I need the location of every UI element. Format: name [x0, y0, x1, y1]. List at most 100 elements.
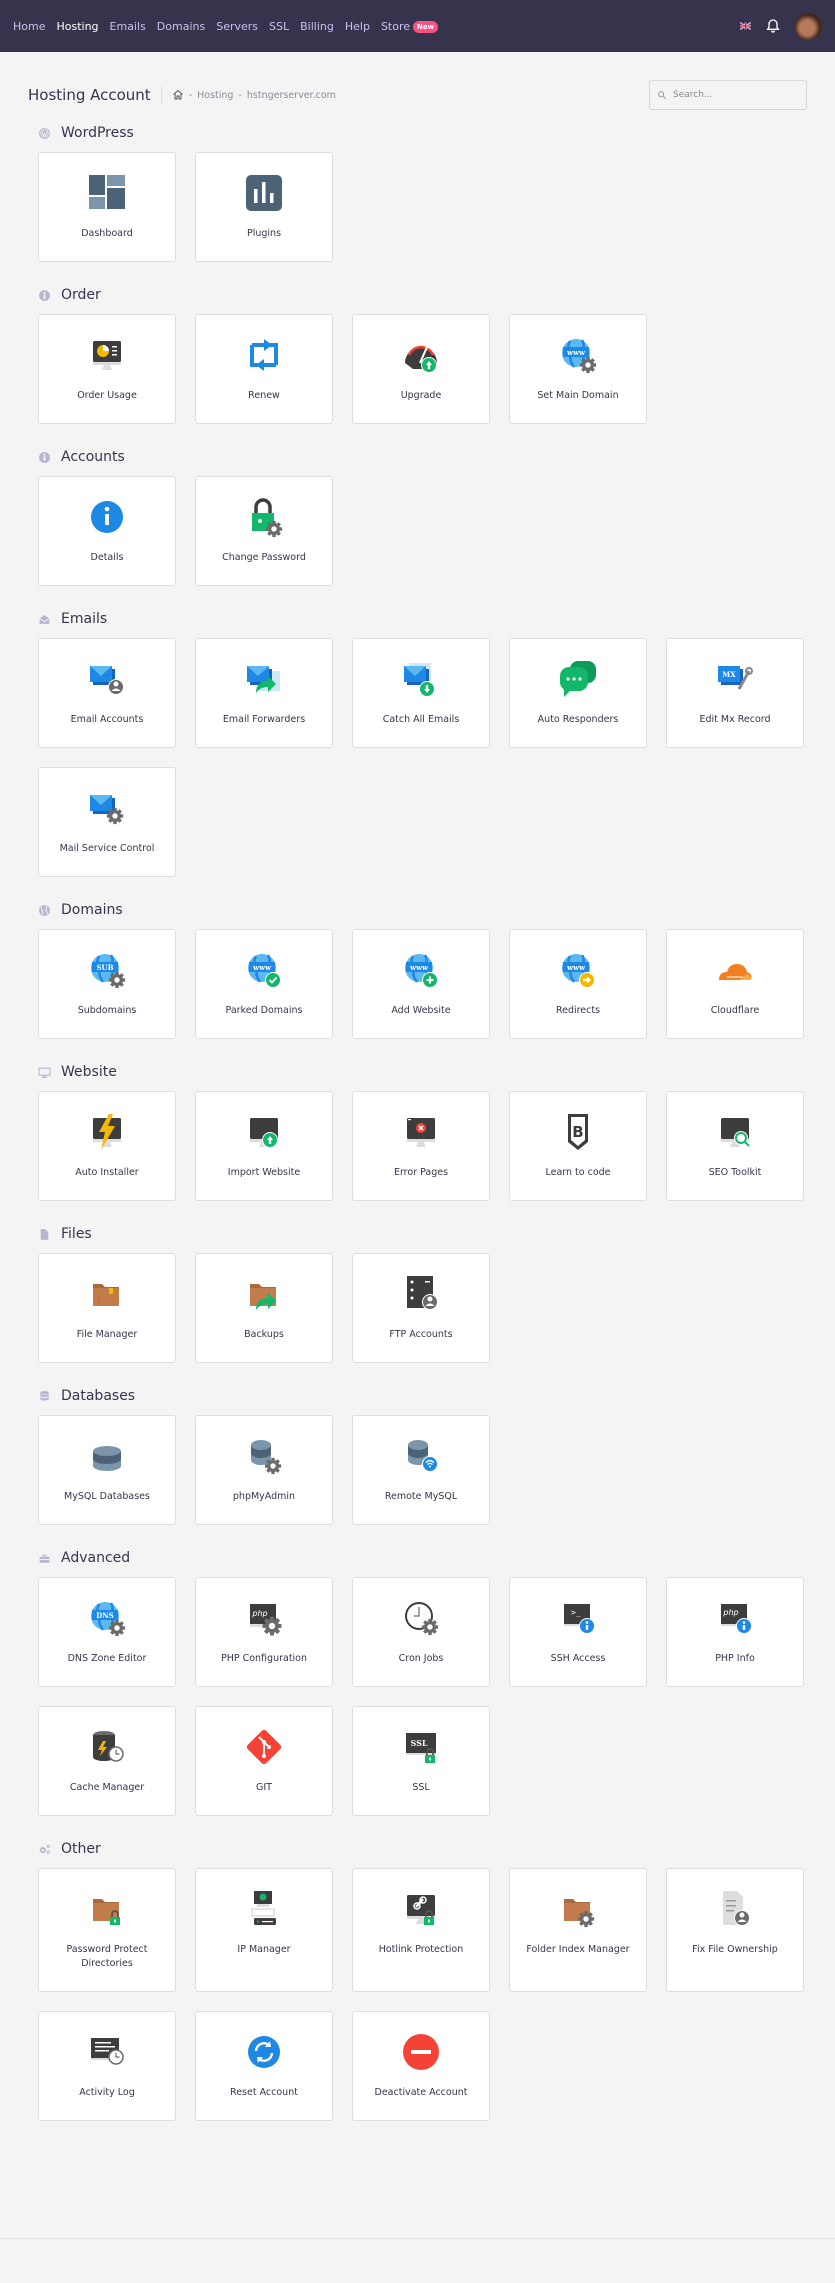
tool-card-hotlink-protection[interactable]: Hotlink Protection — [352, 1868, 490, 1992]
tool-card-dns-zone-editor[interactable]: DNS DNS Zone Editor — [38, 1577, 176, 1687]
tool-card-php-info[interactable]: php PHP Info — [666, 1577, 804, 1687]
nav-right — [740, 12, 822, 40]
tool-card-dashboard[interactable]: Dashboard — [38, 152, 176, 262]
home-icon[interactable] — [172, 89, 184, 101]
tool-card-renew[interactable]: Renew — [195, 314, 333, 424]
tool-card-fix-file-ownership[interactable]: Fix File Ownership — [666, 1868, 804, 1992]
password-protect-directories-icon — [93, 1899, 120, 1925]
new-badge: New — [413, 20, 439, 33]
tool-card-mysql-databases[interactable]: MySQL Databases — [38, 1415, 176, 1525]
tool-card-error-pages[interactable]: Error Pages — [352, 1091, 490, 1201]
tool-grid: Order Usage Renew Upgrade www Set Main Domai… — [38, 314, 805, 424]
tool-card-backups[interactable]: Backups — [195, 1253, 333, 1363]
tool-card-phpmyadmin[interactable]: phpMyAdmin — [195, 1415, 333, 1525]
user-avatar[interactable] — [795, 12, 822, 40]
nav-ssl[interactable]: SSL — [269, 20, 289, 33]
tool-card-label: SEO Toolkit — [708, 1167, 762, 1178]
nav-home[interactable]: Home — [13, 20, 45, 33]
nav-hosting[interactable]: Hosting — [56, 20, 98, 33]
tool-card-upgrade[interactable]: Upgrade — [352, 314, 490, 424]
tool-card-remote-mysql[interactable]: Remote MySQL — [352, 1415, 490, 1525]
tool-card-php-configuration[interactable]: php PHP Configuration — [195, 1577, 333, 1687]
hotlink-protection-icon — [407, 1895, 435, 1925]
uk-flag-icon[interactable] — [740, 22, 751, 30]
tool-card-ip-manager[interactable]: IP Manager — [195, 1868, 333, 1992]
tool-card-ftp-accounts[interactable]: FTP Accounts — [352, 1253, 490, 1363]
sections-container: WordPress Dashboard Plugins Order Order Usag… — [0, 122, 835, 2121]
section-header: Other — [38, 1838, 805, 1860]
backups-icon — [250, 1284, 276, 1310]
tool-card-order-usage[interactable]: Order Usage — [38, 314, 176, 424]
section-title: WordPress — [61, 125, 134, 141]
tool-card-label: Cache Manager — [69, 1782, 145, 1793]
svg-text:DNS: DNS — [96, 1611, 114, 1620]
tool-card-mail-service-control[interactable]: Mail Service Control — [38, 767, 176, 877]
tool-card-change-password[interactable]: Change Password — [195, 476, 333, 586]
tool-card-activity-log[interactable]: Activity Log — [38, 2011, 176, 2121]
breadcrumb-hosting[interactable]: Hosting — [197, 90, 233, 101]
tool-card-label: Mail Service Control — [59, 843, 155, 854]
tool-card-edit-mx-record[interactable]: MX Edit Mx Record — [666, 638, 804, 748]
nav-links: Home Hosting Emails Domains Servers SSL … — [13, 20, 449, 33]
tool-card-cache-manager[interactable]: Cache Manager — [38, 1706, 176, 1816]
bell-icon[interactable] — [765, 18, 781, 34]
nav-store[interactable]: Store New — [381, 20, 439, 33]
section-header: Advanced — [38, 1547, 805, 1569]
svg-text:php: php — [722, 1608, 738, 1617]
tool-card-plugins[interactable]: Plugins — [195, 152, 333, 262]
nav-help[interactable]: Help — [345, 20, 370, 33]
tool-card-seo-toolkit[interactable]: SEO Toolkit — [666, 1091, 804, 1201]
tool-card-auto-responders[interactable]: Auto Responders — [509, 638, 647, 748]
tool-card-parked-domains[interactable]: www Parked Domains — [195, 929, 333, 1039]
tool-card-label: Learn to code — [545, 1167, 611, 1178]
section-header: Emails — [38, 608, 805, 630]
tool-card-label: Reset Account — [230, 2087, 298, 2098]
nav-domains[interactable]: Domains — [157, 20, 205, 33]
tool-card-file-manager[interactable]: 1 File Manager — [38, 1253, 176, 1363]
nav-billing[interactable]: Billing — [300, 20, 334, 33]
tool-card-label: Fix File Ownership — [692, 1944, 778, 1955]
tool-card-reset-account[interactable]: Reset Account — [195, 2011, 333, 2121]
tool-card-email-forwarders[interactable]: Email Forwarders — [195, 638, 333, 748]
tool-grid: 1 File Manager Backups FTP Accounts — [38, 1253, 805, 1363]
nav-servers[interactable]: Servers — [216, 20, 258, 33]
dns-zone-editor-icon: DNS — [91, 1602, 126, 1637]
tool-card-add-website[interactable]: www Add Website — [352, 929, 490, 1039]
ssl-icon: SSL — [406, 1733, 436, 1763]
tool-card-deactivate-account[interactable]: Deactivate Account — [352, 2011, 490, 2121]
nav-emails[interactable]: Emails — [110, 20, 146, 33]
database-icon — [40, 1390, 49, 1401]
tool-card-catch-all-emails[interactable]: Catch All Emails — [352, 638, 490, 748]
tool-card-cron-jobs[interactable]: Cron Jobs — [352, 1577, 490, 1687]
tool-card-label: Parked Domains — [225, 1005, 303, 1016]
tool-card-import-website[interactable]: Import Website — [195, 1091, 333, 1201]
section-title: Website — [61, 1064, 117, 1080]
tool-card-label: SSH Access — [550, 1653, 606, 1664]
tool-card-ssh-access[interactable]: >_ SSH Access — [509, 1577, 647, 1687]
globe-icon — [39, 904, 50, 916]
section-header: Order — [38, 284, 805, 306]
tool-card-label: Order Usage — [77, 390, 137, 401]
tool-card-details[interactable]: Details — [38, 476, 176, 586]
tool-card-password-protect-directories[interactable]: Password Protect Directories — [38, 1868, 176, 1992]
git-icon — [246, 1729, 282, 1765]
tool-card-auto-installer[interactable]: Auto Installer — [38, 1091, 176, 1201]
tool-card-ssl[interactable]: SSL SSL — [352, 1706, 490, 1816]
svg-text:www: www — [409, 963, 429, 972]
tool-card-cloudflare[interactable]: Cloudflare — [666, 929, 804, 1039]
tool-card-label: Subdomains — [77, 1005, 137, 1016]
tool-card-git[interactable]: GIT — [195, 1706, 333, 1816]
tool-card-email-accounts[interactable]: Email Accounts — [38, 638, 176, 748]
tool-card-label: Edit Mx Record — [699, 714, 771, 725]
search-input[interactable] — [673, 90, 803, 100]
phpmyadmin-icon — [251, 1440, 282, 1475]
section-header: Databases — [38, 1385, 805, 1407]
tool-card-label: Change Password — [222, 552, 306, 563]
svg-text:SSL: SSL — [410, 1738, 427, 1748]
tool-card-folder-index-manager[interactable]: Folder Index Manager — [509, 1868, 647, 1992]
tool-card-learn-to-code[interactable]: B Learn to code — [509, 1091, 647, 1201]
tool-card-label: Add Website — [391, 1005, 451, 1016]
tool-card-subdomains[interactable]: SUB Subdomains — [38, 929, 176, 1039]
tool-card-set-main-domain[interactable]: www Set Main Domain — [509, 314, 647, 424]
tool-card-redirects[interactable]: www Redirects — [509, 929, 647, 1039]
